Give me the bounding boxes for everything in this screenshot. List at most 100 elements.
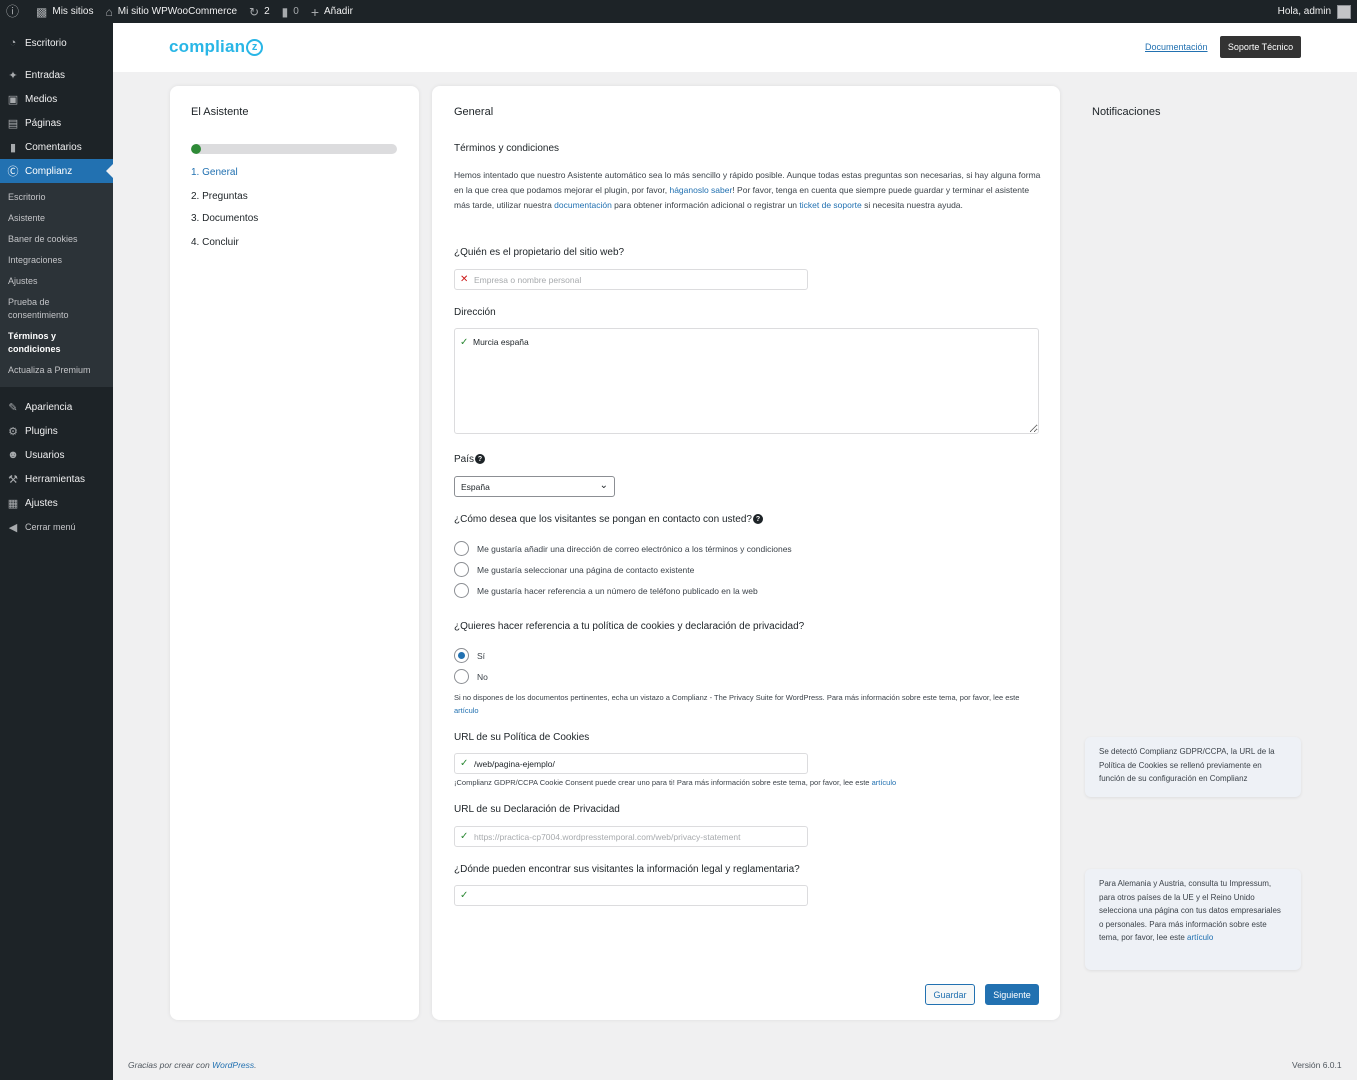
tip-text: Se detectó Complianz GDPR/CCPA, la URL d…: [1099, 747, 1275, 783]
support-ticket-link[interactable]: ticket de soporte: [799, 200, 861, 210]
country-select[interactable]: España ⌄: [454, 476, 615, 497]
greeting: Hola, admin: [1277, 6, 1331, 17]
my-sites-menu[interactable]: ▩ Mis sitios: [30, 0, 99, 23]
sidebar-item-media[interactable]: ▣ Medios: [0, 87, 113, 111]
add-new-label: Añadir: [324, 6, 353, 17]
submenu-item-dashboard[interactable]: Escritorio: [0, 187, 113, 208]
option-label: No: [477, 671, 488, 682]
check-icon: ✓: [460, 337, 469, 348]
admin-sidebar: ◔ Escritorio ✦ Entradas ▣ Medios ▤ Págin…: [0, 23, 113, 1080]
tip-article-link[interactable]: artículo: [1187, 933, 1213, 942]
my-sites-label: Mis sitios: [52, 6, 94, 17]
sidebar-item-appearance[interactable]: ✎ Apariencia: [0, 395, 113, 419]
sidebar-item-complianz[interactable]: Ⓒ Complianz: [0, 159, 113, 183]
general-title: General: [454, 106, 494, 118]
privacy-url-placeholder: https://practica-cp7004.wordpresstempora…: [474, 831, 741, 842]
updates-icon: ↻: [249, 4, 260, 19]
intro-part-3: para obtener información adicional o reg…: [611, 200, 800, 210]
sidebar-item-label: Usuarios: [25, 449, 65, 461]
sidebar-item-label: Comentarios: [25, 141, 82, 153]
wordpress-link[interactable]: WordPress: [212, 1060, 254, 1070]
complianz-submenu: Escritorio Asistente Baner de cookies In…: [0, 183, 113, 387]
address-textarea[interactable]: [454, 328, 1039, 434]
sidebar-item-dashboard[interactable]: ◔ Escritorio: [0, 31, 113, 55]
check-icon: ✓: [460, 890, 469, 901]
wizard-step-questions[interactable]: 2. Preguntas: [191, 191, 248, 202]
media-icon: ▣: [7, 93, 19, 106]
policy-label: ¿Quieres hacer referencia a tu política …: [454, 621, 805, 632]
chevron-down-icon: ⌄: [599, 480, 608, 491]
my-sites-icon: ▩: [36, 4, 48, 19]
country-value: España: [461, 481, 490, 492]
add-new-menu[interactable]: + Añadir: [305, 0, 359, 23]
updates-menu[interactable]: ↻ 2: [243, 0, 276, 23]
tools-icon: ⚒: [8, 473, 18, 486]
submenu-item-terms[interactable]: Términos y condiciones: [0, 326, 113, 360]
privacy-url-input[interactable]: ✓ https://practica-cp7004.wordpresstempo…: [454, 826, 808, 847]
wizard-step-finish[interactable]: 4. Concluir: [191, 237, 239, 248]
contact-option-email[interactable]: Me gustaría añadir una dirección de corr…: [454, 541, 792, 556]
collapse-menu-button[interactable]: ◀ Cerrar menú: [0, 515, 113, 539]
option-label: Me gustaría hacer referencia a un número…: [477, 585, 758, 596]
save-button[interactable]: Guardar: [925, 984, 975, 1005]
contact-option-phone[interactable]: Me gustaría hacer referencia a un número…: [454, 583, 758, 598]
wizard-title: El Asistente: [191, 106, 249, 118]
wordpress-icon: ⓘ: [6, 4, 20, 19]
help-icon[interactable]: ?: [475, 454, 486, 464]
privacy-url-label: URL de su Declaración de Privacidad: [454, 804, 620, 815]
avatar: [1337, 4, 1351, 19]
wp-logo-menu[interactable]: ⓘ: [0, 0, 30, 23]
sidebar-item-comments[interactable]: ▮ Comentarios: [0, 135, 113, 159]
submenu-item-settings[interactable]: Ajustes: [0, 271, 113, 292]
sidebar-item-label: Plugins: [25, 425, 58, 437]
submenu-item-cookie-banner[interactable]: Baner de cookies: [0, 229, 113, 250]
next-button[interactable]: Siguiente: [985, 984, 1039, 1005]
wizard-step-general[interactable]: 1. General: [191, 167, 238, 178]
sidebar-item-tools[interactable]: ⚒ Herramientas: [0, 467, 113, 491]
support-button[interactable]: Soporte Técnico: [1220, 36, 1301, 58]
sidebar-item-label: Complianz: [25, 165, 73, 177]
submenu-item-integrations[interactable]: Integraciones: [0, 250, 113, 271]
sidebar-item-label: Medios: [25, 93, 58, 105]
radio-button[interactable]: [454, 583, 469, 598]
wizard-progress-fill: [191, 144, 202, 154]
comment-bubble-icon: ▮: [281, 4, 289, 19]
sidebar-item-plugins[interactable]: ⚙ Plugins: [0, 419, 113, 443]
documentation-link[interactable]: Documentación: [1145, 42, 1208, 52]
contact-option-page[interactable]: Me gustaría seleccionar una página de co…: [454, 562, 694, 577]
intro-part-4: si necesita nuestra ayuda.: [861, 200, 963, 210]
sidebar-item-users[interactable]: ☻ Usuarios: [0, 443, 113, 467]
submenu-item-upgrade[interactable]: Actualiza a Premium: [0, 360, 113, 381]
policy-note: Si no dispones de los documentos pertine…: [454, 691, 1042, 717]
feedback-link[interactable]: háganoslo saber: [669, 185, 732, 195]
documentation-inline-link[interactable]: documentación: [554, 200, 612, 210]
wizard-step-documents[interactable]: 3. Documentos: [191, 213, 258, 224]
radio-button[interactable]: [454, 562, 469, 577]
legal-input[interactable]: ✓: [454, 885, 808, 906]
policy-article-link[interactable]: artículo: [454, 706, 479, 715]
comments-menu[interactable]: ▮ 0: [276, 0, 305, 23]
radio-button-checked[interactable]: [454, 648, 469, 663]
help-icon[interactable]: ?: [752, 514, 763, 524]
owner-placeholder: Empresa o nombre personal: [474, 274, 582, 285]
policy-option-yes[interactable]: Sí: [454, 648, 485, 663]
comments-icon: ▮: [9, 141, 17, 154]
cookie-article-link[interactable]: artículo: [872, 778, 897, 787]
my-account-menu[interactable]: Hola, admin: [1277, 4, 1357, 19]
sidebar-item-pages[interactable]: ▤ Páginas: [0, 111, 113, 135]
site-name-label: Mi sitio WPWooCommerce: [117, 6, 238, 17]
site-name-menu[interactable]: ⌂ Mi sitio WPWooCommerce: [99, 0, 243, 23]
policy-option-no[interactable]: No: [454, 669, 488, 684]
radio-button[interactable]: [454, 541, 469, 556]
comments-count: 0: [293, 6, 299, 17]
sidebar-item-posts[interactable]: ✦ Entradas: [0, 63, 113, 87]
home-icon: ⌂: [105, 4, 113, 19]
submenu-item-wizard[interactable]: Asistente: [0, 208, 113, 229]
submenu-item-consent-test[interactable]: Prueba de consentimiento: [0, 292, 113, 326]
radio-button[interactable]: [454, 669, 469, 684]
owner-input[interactable]: ✕ Empresa o nombre personal: [454, 269, 808, 290]
cookie-url-input[interactable]: ✓ /web/pagina-ejemplo/: [454, 753, 808, 774]
sidebar-item-settings[interactable]: ▦ Ajustes: [0, 491, 113, 515]
general-panel: General Términos y condiciones Hemos int…: [432, 86, 1060, 1020]
section-title: Términos y condiciones: [454, 143, 560, 154]
